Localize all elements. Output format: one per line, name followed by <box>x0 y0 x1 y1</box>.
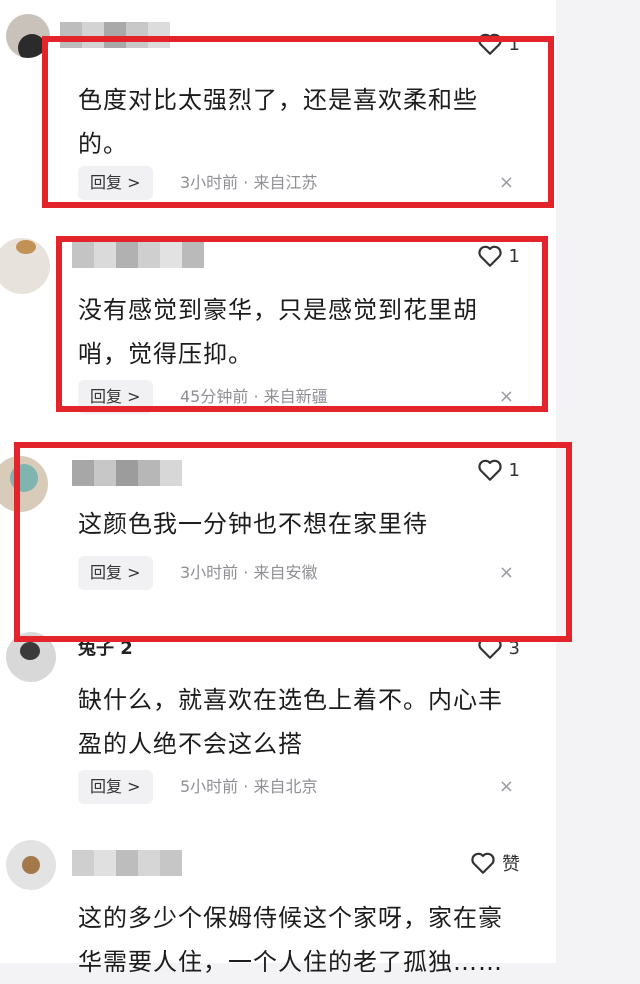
avatar[interactable] <box>6 840 56 890</box>
close-icon[interactable]: × <box>499 770 514 804</box>
comment-text: 这的多少个保姆侍候这个家呀，家在豪华需要人住，一个人住的老了孤独…… <box>78 904 503 976</box>
reply-button[interactable]: 回复 > <box>78 770 153 804</box>
comment-item: 兔子 2 3 缺什么，就喜欢在选色上着不。内心丰盈的人绝不会这么搭 回复 > 5… <box>0 620 556 820</box>
highlight-box <box>42 36 554 208</box>
comment-item: 赞 这的多少个保姆侍候这个家呀，家在豪华需要人住，一个人住的老了孤独…… <box>0 832 556 976</box>
comment-meta: 5小时前 · 来自北京 <box>180 777 318 796</box>
like-label: 赞 <box>502 854 520 875</box>
highlight-box <box>14 442 572 642</box>
comment-text: 缺什么，就喜欢在选色上着不。内心丰盈的人绝不会这么搭 <box>78 686 503 758</box>
heart-outline-icon <box>471 852 495 874</box>
avatar[interactable] <box>0 238 50 294</box>
highlight-box <box>56 236 548 412</box>
like-button[interactable]: 赞 <box>470 850 520 876</box>
username-blurred[interactable] <box>72 850 182 876</box>
